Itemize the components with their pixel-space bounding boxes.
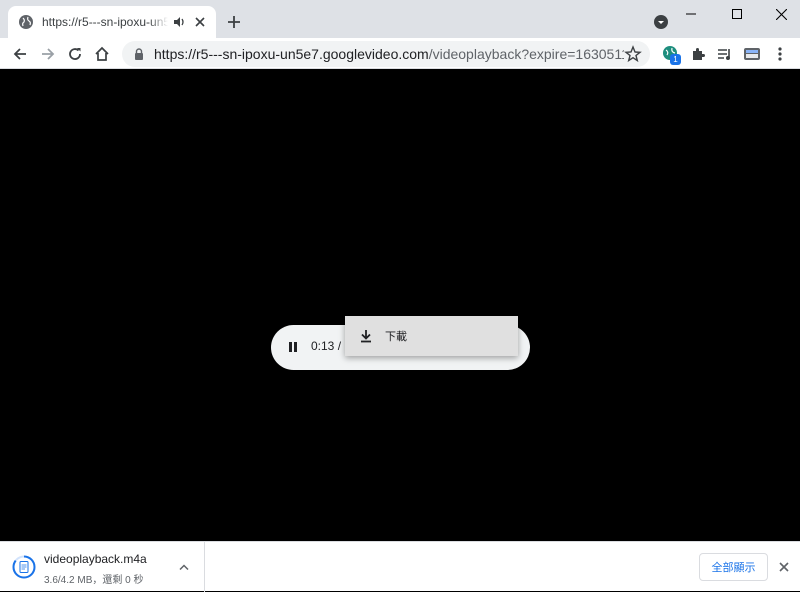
chrome-menu-button[interactable] <box>769 43 791 65</box>
forward-button[interactable] <box>37 43 59 65</box>
shelf-close-button[interactable] <box>776 559 792 575</box>
toolbar: https://r5---sn-ipoxu-un5e7.googlevideo.… <box>0 38 800 69</box>
tab-title: https://r5---sn-ipoxu-un5e7.googlevideo.… <box>42 15 168 29</box>
download-shelf: videoplayback.m4a 3.6/4.2 MB，還剩 0 秒 全部顯示 <box>0 541 800 592</box>
minimize-button[interactable] <box>668 0 714 28</box>
maximize-icon <box>732 9 742 19</box>
reload-icon <box>69 48 81 60</box>
close-icon <box>775 8 787 20</box>
new-tab-button[interactable] <box>224 12 244 32</box>
speaker-icon[interactable] <box>172 14 188 30</box>
globe-icon <box>19 15 33 29</box>
url-path: /videoplayback?expire=1630511... <box>428 46 624 62</box>
home-button[interactable] <box>91 43 113 65</box>
home-icon <box>95 46 109 61</box>
chevron-up-icon <box>179 564 189 570</box>
media-control-button[interactable] <box>714 43 736 65</box>
reload-button[interactable] <box>64 43 86 65</box>
star-icon[interactable] <box>624 45 642 63</box>
download-status: 3.6/4.2 MB，還剩 0 秒 <box>44 575 144 586</box>
extension-button[interactable]: 1 <box>660 43 682 65</box>
more-vert-icon <box>778 47 782 61</box>
avatar-icon <box>744 48 760 60</box>
download-progress-icon <box>12 555 36 579</box>
show-all-button[interactable]: 全部顯示 <box>699 553 768 581</box>
address-bar[interactable]: https://r5---sn-ipoxu-un5e7.googlevideo.… <box>122 41 650 67</box>
pause-button[interactable] <box>285 339 301 355</box>
overflow-menu: 下載 <box>345 316 518 356</box>
url-host: https://r5---sn-ipoxu-un5e7.googlevideo.… <box>154 46 429 62</box>
video-content[interactable]: 0:13 / 下載 <box>0 69 800 541</box>
close-icon <box>195 17 205 27</box>
download-label: 下載 <box>385 331 407 343</box>
minimize-icon <box>686 13 696 15</box>
extension-badge: 1 <box>670 54 681 65</box>
close-icon <box>779 562 789 572</box>
download-file-name: videoplayback.m4a <box>44 552 147 566</box>
download-options-button[interactable] <box>176 559 192 575</box>
current-time: 0:13 / <box>311 339 342 353</box>
back-button[interactable] <box>9 43 31 65</box>
lock-icon[interactable] <box>132 47 146 61</box>
download-menu-item[interactable]: 下載 <box>345 316 518 356</box>
puzzle-icon <box>693 48 705 60</box>
maximize-button[interactable] <box>714 0 760 28</box>
playlist-icon <box>718 49 730 60</box>
pause-icon <box>289 342 297 352</box>
download-item[interactable]: videoplayback.m4a 3.6/4.2 MB，還剩 0 秒 <box>0 542 205 592</box>
url-text[interactable]: https://r5---sn-ipoxu-un5e7.googlevideo.… <box>154 46 624 62</box>
window-close-button[interactable] <box>758 0 800 28</box>
profile-button[interactable] <box>741 43 763 65</box>
tab-active[interactable]: https://r5---sn-ipoxu-un5e7.googlevideo.… <box>8 6 216 38</box>
arrow-right-icon <box>42 48 55 60</box>
tab-close-button[interactable] <box>192 14 208 30</box>
plus-icon <box>228 16 240 28</box>
tab-strip: https://r5---sn-ipoxu-un5e7.googlevideo.… <box>0 0 800 38</box>
download-icon <box>361 330 371 343</box>
arrow-left-icon <box>13 48 26 60</box>
extensions-menu-button[interactable] <box>687 43 709 65</box>
